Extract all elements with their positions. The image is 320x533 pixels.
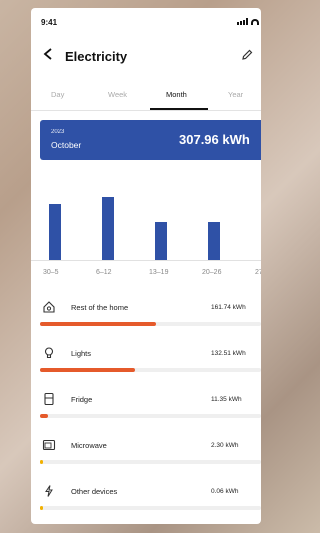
tab-month[interactable]: Month [166, 90, 187, 99]
chart-tick-label: 20–26 [202, 269, 222, 276]
period-summary-card: 2023 October 307.96 kWh [40, 120, 261, 160]
home-icon [42, 300, 56, 314]
category-row[interactable]: Lights 132.51 kWh [31, 346, 261, 392]
category-usage-fill [40, 414, 48, 418]
tab-day[interactable]: Day [51, 90, 64, 99]
summary-month: October [51, 140, 82, 150]
pencil-icon[interactable] [241, 49, 253, 64]
category-usage-track [40, 322, 261, 326]
status-icons [237, 18, 261, 25]
active-tab-indicator [150, 108, 208, 110]
status-time: 9:41 [41, 18, 58, 27]
category-value: 0.06 kWh [211, 488, 239, 495]
category-usage-fill [40, 460, 43, 464]
microwave-icon [42, 438, 56, 452]
phone-screen: 9:41 Electricity Day Week Month Year 202… [31, 8, 261, 524]
category-name: Lights [71, 349, 92, 358]
summary-year: 2023 [51, 129, 65, 135]
category-usage-fill [40, 506, 43, 510]
status-bar: 9:41 [41, 18, 261, 34]
chart-baseline [31, 260, 261, 261]
chart-tick-label: 30–5 [43, 269, 59, 276]
chart-bar[interactable] [208, 222, 220, 260]
category-usage-track [40, 460, 261, 464]
category-row[interactable]: Rest of the home 161.74 kWh [31, 300, 261, 346]
chart-tick-label: 27–31 [255, 269, 261, 276]
period-tabs: Day Week Month Year [31, 82, 261, 111]
category-row[interactable]: Fridge 11.35 kWh [31, 392, 261, 438]
category-usage-fill [40, 322, 156, 326]
bolt-icon [42, 484, 56, 498]
category-name: Rest of the home [71, 303, 129, 312]
category-value: 132.51 kWh [211, 350, 246, 357]
signal-icon [237, 18, 248, 25]
chart-tick-label: 6–12 [96, 269, 112, 276]
category-name: Fridge [71, 395, 93, 404]
fridge-icon [42, 392, 56, 406]
back-arrow-icon[interactable] [43, 48, 53, 62]
chart-bar[interactable] [155, 222, 167, 260]
category-usage-track [40, 414, 261, 418]
category-value: 161.74 kWh [211, 304, 246, 311]
summary-total: 307.96 kWh [179, 132, 250, 147]
usage-bar-chart: 30–5 6–12 13–19 20–26 27–31 [31, 173, 261, 283]
lightbulb-icon [42, 346, 56, 360]
tab-week[interactable]: Week [108, 90, 127, 99]
category-row[interactable]: Other devices 0.06 kWh [31, 484, 261, 524]
category-usage-fill [40, 368, 135, 372]
tab-year[interactable]: Year [228, 90, 243, 99]
category-usage-track [40, 368, 261, 372]
category-value: 11.35 kWh [211, 396, 242, 403]
wifi-icon [251, 18, 259, 25]
chart-bar[interactable] [49, 204, 61, 260]
category-usage-track [40, 506, 261, 510]
chart-tick-label: 13–19 [149, 269, 169, 276]
chart-bar[interactable] [102, 197, 114, 260]
category-name: Microwave [71, 441, 107, 450]
header: Electricity [31, 42, 261, 70]
category-value: 2.30 kWh [211, 442, 239, 449]
page-title: Electricity [65, 49, 128, 64]
category-row[interactable]: Microwave 2.30 kWh [31, 438, 261, 484]
category-name: Other devices [71, 487, 118, 496]
